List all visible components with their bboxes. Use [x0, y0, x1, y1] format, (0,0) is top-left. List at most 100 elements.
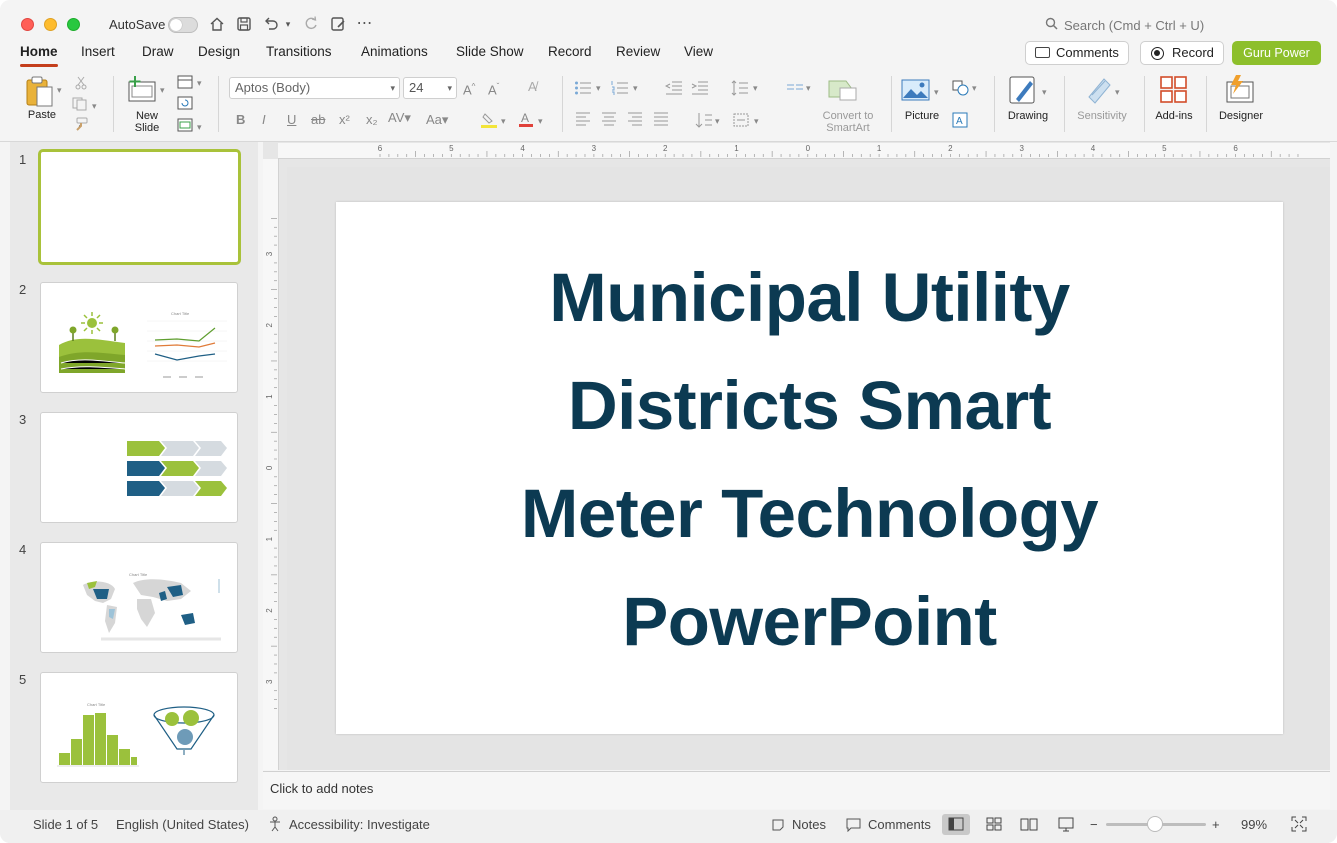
font-color-icon[interactable]: A — [518, 110, 534, 131]
undo-dropdown-chevron-icon[interactable]: ▾ — [282, 15, 294, 33]
increase-indent-icon[interactable] — [691, 80, 709, 99]
minimize-window-button[interactable] — [44, 18, 57, 31]
layout-icon[interactable] — [177, 75, 193, 92]
subscript-icon[interactable]: x₂ — [366, 112, 378, 128]
save-as-icon[interactable] — [329, 15, 347, 33]
tab-draw[interactable]: Draw — [142, 44, 174, 59]
search-box[interactable]: Search (Cmd + Ctrl + U) — [1045, 17, 1204, 33]
columns-chevron-icon[interactable]: ▾ — [806, 80, 811, 96]
autosave-toggle[interactable] — [168, 17, 198, 33]
format-painter-icon[interactable] — [73, 117, 89, 134]
align-left-icon[interactable] — [575, 112, 591, 129]
zoom-in-button[interactable]: + — [1212, 817, 1220, 832]
columns-icon[interactable] — [786, 80, 804, 99]
slide-thumbnail-4[interactable]: Chart Title — [40, 542, 238, 653]
tab-review[interactable]: Review — [616, 44, 660, 59]
slide-show-view-button[interactable] — [1052, 814, 1080, 835]
line-spacing-chevron-icon[interactable]: ▾ — [753, 80, 758, 96]
zoom-window-button[interactable] — [67, 18, 80, 31]
character-spacing-icon[interactable]: AV▾ — [388, 110, 411, 126]
align-right-icon[interactable] — [627, 112, 643, 129]
decrease-indent-icon[interactable] — [664, 80, 683, 99]
align-center-icon[interactable] — [601, 112, 617, 129]
slide-thumbnail-3[interactable] — [40, 412, 238, 523]
tab-slide-show[interactable]: Slide Show — [456, 44, 524, 59]
slide-thumbnail-5[interactable]: Chart Title — [40, 672, 238, 783]
paste-icon[interactable] — [25, 75, 55, 110]
font-name-select[interactable]: Aptos (Body) ▾ — [229, 77, 400, 99]
slide-thumbnail-2[interactable]: Chart Title — [40, 282, 238, 393]
drawing-icon[interactable] — [1008, 75, 1040, 110]
comments-status-icon[interactable] — [846, 818, 861, 835]
slide-sorter-view-button[interactable] — [980, 814, 1008, 835]
cut-icon[interactable] — [74, 76, 88, 93]
highlight-chevron-icon[interactable]: ▾ — [501, 113, 506, 129]
tab-transitions[interactable]: Transitions — [266, 44, 332, 59]
zoom-level[interactable]: 99% — [1241, 817, 1267, 832]
language-indicator[interactable]: English (United States) — [116, 817, 249, 832]
bullets-icon[interactable] — [574, 80, 592, 99]
text-direction-icon[interactable] — [695, 112, 713, 131]
close-window-button[interactable] — [21, 18, 34, 31]
highlight-color-icon[interactable] — [480, 112, 498, 131]
copy-icon[interactable] — [72, 97, 88, 114]
numbering-chevron-icon[interactable]: ▾ — [633, 80, 638, 96]
notes-pane[interactable]: Click to add notes — [263, 771, 1330, 809]
numbering-icon[interactable] — [611, 80, 629, 99]
redo-icon[interactable] — [302, 15, 320, 33]
shapes-chevron-icon[interactable]: ▾ — [972, 80, 977, 96]
comments-toggle[interactable]: Comments — [868, 817, 931, 832]
underline-icon[interactable]: U — [287, 112, 296, 128]
text-box-icon[interactable]: A — [952, 112, 968, 131]
align-text-chevron-icon[interactable]: ▾ — [754, 113, 759, 129]
shapes-icon[interactable] — [952, 80, 970, 99]
save-icon[interactable] — [235, 15, 253, 33]
reset-slide-icon[interactable] — [177, 96, 193, 113]
bold-icon[interactable]: B — [236, 112, 245, 128]
line-spacing-icon[interactable] — [731, 80, 749, 99]
record-button[interactable]: Record — [1140, 41, 1224, 65]
picture-chevron-icon[interactable]: ▾ — [934, 84, 939, 100]
slide-thumbnail-1[interactable] — [38, 149, 241, 265]
clear-formatting-icon[interactable]: A̸ — [528, 79, 537, 95]
reading-view-button[interactable] — [1015, 814, 1043, 835]
zoom-out-button[interactable]: − — [1090, 817, 1098, 832]
fit-to-window-icon[interactable] — [1291, 816, 1307, 835]
add-ins-icon[interactable] — [1159, 75, 1189, 108]
notes-toggle[interactable]: Notes — [792, 817, 826, 832]
bullets-chevron-icon[interactable]: ▾ — [596, 80, 601, 96]
decrease-font-size-icon[interactable]: Aˇ — [488, 79, 499, 98]
smartart-icon[interactable] — [828, 78, 858, 105]
guru-power-button[interactable]: Guru Power — [1232, 41, 1321, 65]
sensitivity-chevron-icon[interactable]: ▾ — [1115, 84, 1120, 100]
slide-title[interactable]: Municipal Utility Districts Smart Meter … — [396, 244, 1223, 676]
notes-icon[interactable] — [771, 818, 785, 835]
undo-icon[interactable] — [262, 15, 280, 33]
normal-view-button[interactable] — [942, 814, 970, 835]
new-slide-dropdown-chevron-icon[interactable]: ▾ — [160, 82, 165, 98]
tab-view[interactable]: View — [684, 44, 713, 59]
designer-icon[interactable] — [1224, 74, 1256, 109]
font-size-select[interactable]: 24 ▾ — [403, 77, 457, 99]
drawing-chevron-icon[interactable]: ▾ — [1042, 84, 1047, 100]
new-slide-icon[interactable] — [127, 75, 157, 106]
zoom-slider-handle[interactable] — [1147, 816, 1163, 832]
tab-record[interactable]: Record — [548, 44, 592, 59]
text-direction-chevron-icon[interactable]: ▾ — [715, 113, 720, 129]
tab-home[interactable]: Home — [20, 44, 58, 67]
font-color-chevron-icon[interactable]: ▾ — [538, 113, 543, 129]
tab-design[interactable]: Design — [198, 44, 240, 59]
picture-icon[interactable] — [901, 78, 931, 105]
paste-dropdown-chevron-icon[interactable]: ▾ — [57, 82, 62, 98]
sensitivity-icon[interactable] — [1086, 75, 1114, 108]
increase-font-size-icon[interactable]: A^ — [463, 79, 475, 98]
tab-animations[interactable]: Animations — [361, 44, 428, 59]
comments-button[interactable]: Comments — [1025, 41, 1129, 65]
superscript-icon[interactable]: x² — [339, 112, 350, 128]
accessibility-status[interactable]: Accessibility: Investigate — [289, 817, 430, 832]
section-dropdown-chevron-icon[interactable]: ▾ — [197, 119, 202, 135]
copy-dropdown-chevron-icon[interactable]: ▾ — [92, 98, 97, 114]
section-icon[interactable] — [177, 118, 193, 135]
tab-insert[interactable]: Insert — [81, 44, 115, 59]
accessibility-icon[interactable] — [268, 816, 283, 835]
